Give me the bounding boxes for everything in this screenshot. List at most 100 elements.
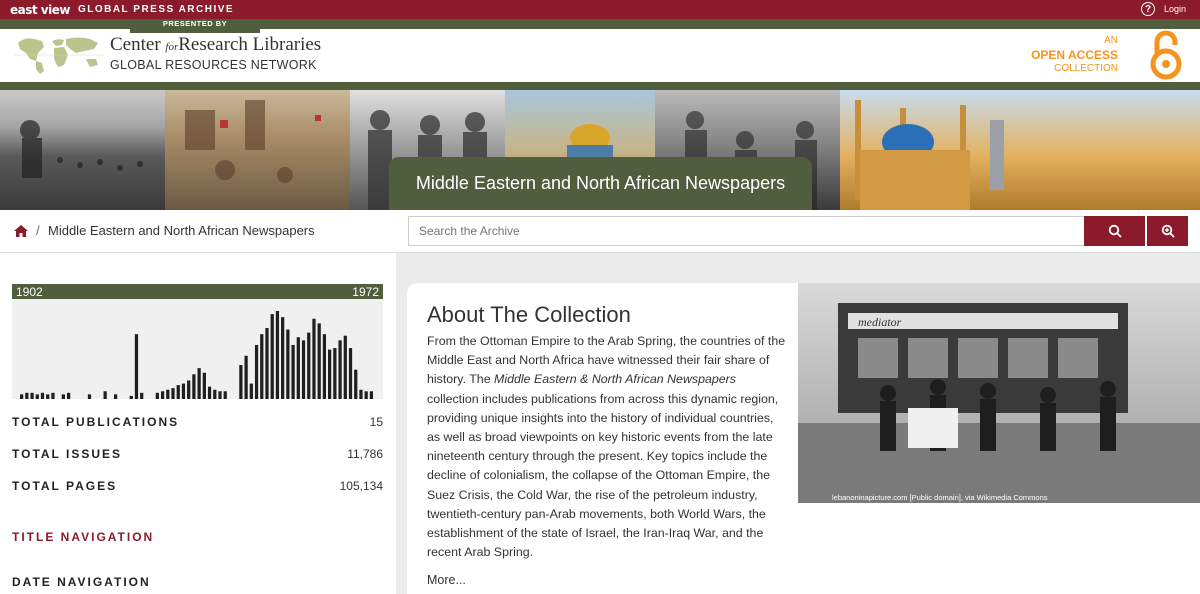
histogram-bar[interactable] [291,344,295,399]
stat-label: TOTAL PAGES [12,479,118,493]
histogram-bar[interactable] [66,392,71,399]
histogram-bar[interactable] [249,383,253,399]
histogram-bar[interactable] [244,355,248,399]
histogram-bar[interactable] [333,348,337,399]
histogram-bar[interactable] [129,395,133,399]
crl-title-part1: Center [110,34,161,55]
histogram-bar[interactable] [160,391,165,399]
about-title: About The Collection [427,302,631,327]
histogram-bar[interactable] [176,385,180,399]
histogram-bar[interactable] [35,394,39,399]
global-press-archive-label[interactable]: GLOBAL PRESS ARCHIVE [78,4,234,15]
histogram-bar[interactable] [218,391,222,399]
histogram-bar[interactable] [25,392,29,399]
histogram-bar[interactable] [281,317,285,399]
histogram-bar[interactable] [354,369,358,399]
banner-photo-market [165,90,350,210]
advanced-search-icon [1161,224,1175,238]
collection-title-tab: Middle Eastern and North African Newspap… [389,157,812,210]
east-view-logo[interactable]: east view [10,3,70,17]
histogram-bar[interactable] [265,327,269,399]
histogram-bar[interactable] [40,392,45,399]
histogram-bar[interactable] [202,372,206,399]
oa-line2: OPEN ACCESS [1031,48,1118,62]
crl-network-label: GLOBAL RESOURCES NETWORK [110,58,317,72]
stat-label: TOTAL ISSUES [12,447,123,461]
histogram-bar[interactable] [286,329,290,399]
histogram-bar[interactable] [181,383,186,399]
histogram-bar[interactable] [223,391,227,399]
histogram-bar[interactable] [343,335,347,399]
home-icon[interactable] [13,223,29,239]
histogram-bar[interactable] [46,394,50,399]
histogram-bar[interactable] [87,394,92,399]
histogram-bar[interactable] [30,392,34,399]
crl-title-part2: Research Libraries [178,34,322,55]
year-range-bar: 1902 1972 [12,284,383,299]
histogram-bar[interactable] [171,388,175,399]
about-text-part2: collection includes publications from ac… [427,391,779,560]
header-divider [0,82,1200,90]
date-navigation-link[interactable]: DATE NAVIGATION [12,575,151,589]
stat-value: 11,786 [347,447,383,461]
more-link[interactable]: More... [427,573,466,587]
oa-line1: AN [1104,35,1118,46]
histogram-bar[interactable] [103,391,107,399]
histogram-bar[interactable] [301,340,306,399]
histogram-bar[interactable] [328,349,332,399]
crl-title[interactable]: Center forResearch Libraries [110,34,321,56]
histogram-bar[interactable] [140,392,144,399]
help-icon[interactable]: ? [1141,2,1155,16]
year-end: 1972 [352,285,379,299]
year-start: 1902 [16,285,43,299]
histogram-bar[interactable] [239,365,243,399]
histogram-bar[interactable] [322,334,327,399]
histogram-bar[interactable] [207,386,212,399]
histogram-bar[interactable] [155,392,159,399]
histogram-bar[interactable] [61,394,65,399]
search-button[interactable] [1084,216,1145,246]
search-input[interactable] [408,216,1084,246]
breadcrumb-current: Middle Eastern and North African Newspap… [48,223,315,238]
advanced-search-button[interactable] [1147,216,1188,246]
histogram-bar[interactable] [317,323,321,399]
histogram-bar[interactable] [197,368,201,399]
histogram-bar[interactable] [338,340,342,399]
title-navigation-link[interactable]: TITLE NAVIGATION [12,530,154,544]
breadcrumb-separator: / [36,223,40,238]
histogram-bar[interactable] [312,318,316,399]
histogram-bar[interactable] [134,334,139,399]
histogram-bar[interactable] [348,348,353,399]
header: PRESENTED BY Center forResearch Librarie… [0,19,1200,82]
histogram-bar[interactable] [359,389,363,399]
histogram-bar[interactable] [187,380,191,399]
open-access-label: AN OPEN ACCESS COLLECTION [1031,34,1118,76]
breadcrumb-bar: / Middle Eastern and North African Newsp… [0,210,1200,253]
histogram-bar[interactable] [364,391,368,399]
histogram-bar[interactable] [307,332,311,399]
stat-total-publications: TOTAL PUBLICATIONS 15 [12,415,383,429]
issues-per-year-histogram[interactable] [12,299,383,399]
stat-total-pages: TOTAL PAGES 105,134 [12,479,383,493]
histogram-bar[interactable] [275,311,280,399]
sidebar: 1902 1972 TOTAL PUBLICATIONS 15 TOTAL IS… [0,253,396,594]
stat-label: TOTAL PUBLICATIONS [12,415,180,429]
histogram-bar[interactable] [51,392,55,399]
histogram-bar[interactable] [166,389,170,399]
histogram-bar[interactable] [20,394,24,399]
histogram-bar[interactable] [192,374,196,399]
about-description: From the Ottoman Empire to the Arab Spri… [427,332,787,562]
histogram-bar[interactable] [254,344,259,399]
tram-photo-image: mediator lebanoninapicture.com [Public d… [798,283,1200,503]
login-link[interactable]: Login [1164,4,1186,14]
top-bar: east view GLOBAL PRESS ARCHIVE ? Login [0,0,1200,19]
banner-photo-crowd [0,90,165,210]
histogram-bar[interactable] [260,334,264,399]
stat-value: 15 [369,415,383,429]
histogram-bar[interactable] [213,389,217,399]
histogram-bar[interactable] [296,337,300,399]
histogram-bar[interactable] [369,391,374,399]
stat-value: 105,134 [339,479,383,493]
histogram-bar[interactable] [113,394,118,399]
histogram-bar[interactable] [270,314,274,399]
